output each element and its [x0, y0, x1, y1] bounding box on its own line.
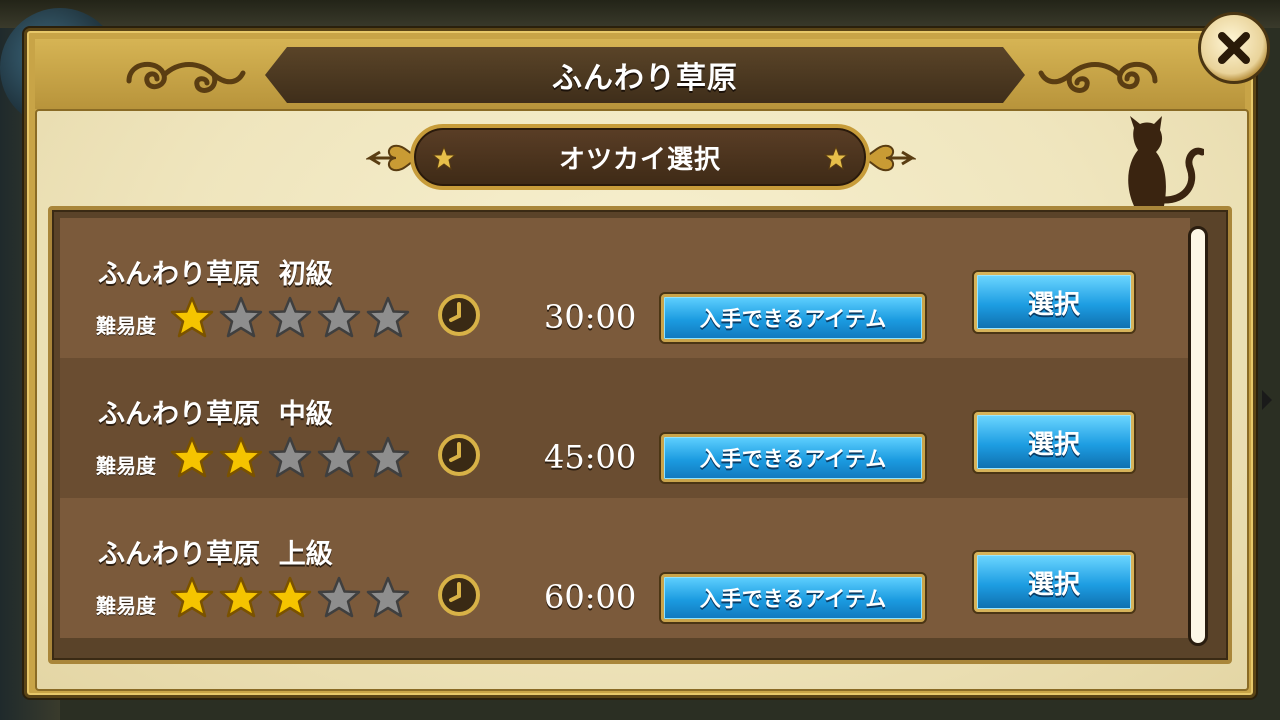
star-ornament-icon [432, 146, 456, 170]
subtitle-plate: オツカイ選択 [410, 124, 870, 190]
star-filled-icon [219, 576, 263, 618]
clock-icon [438, 434, 480, 476]
quest-row: ふんわり草原 上級 難易度 60:00 入手できるアイテム 選択 [60, 498, 1190, 638]
quest-list: ふんわり草原 初級 難易度 30:00 入手できるアイテム 選択 ふんわり草原 … [48, 206, 1232, 664]
star-ornament-icon [824, 146, 848, 170]
difficulty-label: 難易度 [96, 454, 156, 478]
star-empty-icon [268, 296, 312, 338]
scrollbar[interactable] [1188, 226, 1208, 646]
difficulty-label: 難易度 [96, 314, 156, 338]
star-empty-icon [219, 296, 263, 338]
select-button[interactable]: 選択 [974, 412, 1134, 472]
quest-title: ふんわり草原 中級 [98, 399, 333, 430]
star-filled-icon [170, 576, 214, 618]
clock-icon [438, 574, 480, 616]
title-plate: ふんわり草原 [265, 47, 1025, 103]
quest-title: ふんわり草原 初級 [98, 259, 333, 290]
background-top [0, 0, 1280, 28]
cat-icon [1128, 116, 1204, 206]
page-title: ふんわり草原 [552, 61, 738, 96]
quest-row: ふんわり草原 中級 難易度 45:00 入手できるアイテム 選択 [60, 358, 1190, 498]
star-empty-icon [268, 436, 312, 478]
star-empty-icon [317, 436, 361, 478]
quest-title: ふんわり草原 上級 [98, 539, 333, 570]
subtitle: オツカイ選択 [558, 144, 721, 175]
clock-icon [438, 294, 480, 336]
quest-row: ふんわり草原 初級 難易度 30:00 入手できるアイテム 選択 [60, 218, 1190, 358]
scroll-ornament-icon [1038, 61, 1158, 93]
star-empty-icon [317, 296, 361, 338]
edge-arrow-icon [1262, 390, 1272, 410]
select-button[interactable]: 選択 [974, 272, 1134, 332]
difficulty-stars [170, 576, 410, 620]
close-button[interactable] [1198, 12, 1270, 84]
star-empty-icon [366, 576, 410, 618]
star-filled-icon [170, 296, 214, 338]
obtainable-items-button[interactable]: 入手できるアイテム [661, 574, 925, 622]
difficulty-stars [170, 296, 410, 340]
star-empty-icon [317, 576, 361, 618]
star-filled-icon [170, 436, 214, 478]
select-button[interactable]: 選択 [974, 552, 1134, 612]
close-icon [1218, 32, 1250, 64]
obtainable-items-button[interactable]: 入手できるアイテム [661, 434, 925, 482]
difficulty-stars [170, 436, 410, 480]
quest-time: 60:00 [544, 578, 637, 616]
quest-time: 30:00 [544, 298, 637, 336]
star-filled-icon [268, 576, 312, 618]
star-filled-icon [219, 436, 263, 478]
star-empty-icon [366, 436, 410, 478]
scroll-ornament-icon [126, 61, 246, 93]
obtainable-items-button[interactable]: 入手できるアイテム [661, 294, 925, 342]
quest-time: 45:00 [544, 438, 637, 476]
star-empty-icon [366, 296, 410, 338]
difficulty-label: 難易度 [96, 594, 156, 618]
